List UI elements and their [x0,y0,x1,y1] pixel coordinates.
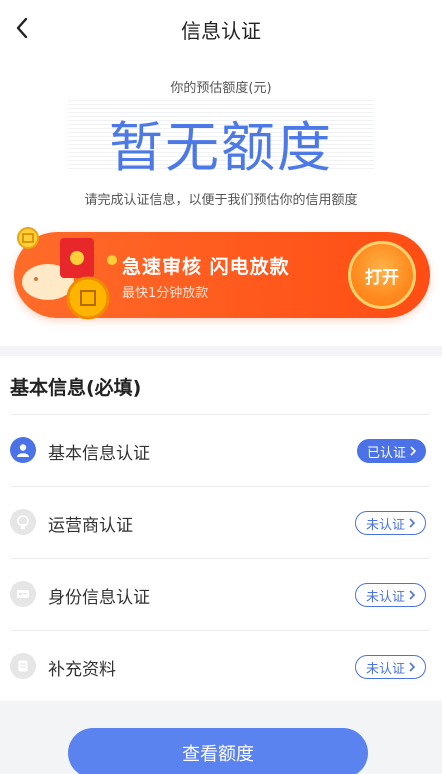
chevron-right-icon [409,518,416,528]
status-badge[interactable]: 未认证 [354,511,426,535]
status-text: 未认证 [365,517,405,533]
list-item-identity[interactable]: 身份信息认证 未认证 [10,558,430,630]
chevron-right-icon [409,590,416,600]
id-card-icon [10,581,36,607]
list-item-basic-info[interactable]: 基本信息认证 已认证 [10,414,430,486]
document-icon [10,653,36,679]
estimate-amount: 暂无额度 [109,116,333,179]
chevron-right-icon [410,446,417,456]
status-text: 未认证 [365,589,405,605]
section-title: 基本信息(必填) [10,377,142,399]
view-credit-button[interactable]: 查看额度 [68,728,368,774]
user-icon [10,437,36,463]
list-item-supplement[interactable]: 补充资料 未认证 [10,630,430,702]
estimate-label: 你的预估额度(元) [170,81,272,96]
estimate-hint: 请完成认证信息，以便于我们预估你的信用额度 [84,193,358,208]
nav-bar: 信息认证 [0,0,442,56]
amount-box: 暂无额度 [68,99,374,179]
status-badge[interactable]: 已认证 [356,439,426,463]
banner-title: 急速审核 闪电放款 [122,256,290,278]
item-label: 补充资料 [48,660,116,680]
operator-icon [10,509,36,535]
piggy-bank-coins-icon [17,227,117,320]
list-item-operator[interactable]: 运营商认证 未认证 [10,486,430,558]
promo-banner[interactable]: 急速审核 闪电放款 最快1分钟放款 打开 [14,227,430,320]
open-button[interactable]: 打开 [348,241,416,309]
banner-subtitle: 最快1分钟放款 [122,286,209,301]
page-title: 信息认证 [181,19,261,43]
basic-info-section: 基本信息(必填) 基本信息认证 已认证 运营商认证 未认证 身份信息认证 未认证 [0,356,442,701]
item-label: 运营商认证 [48,516,133,536]
status-text: 未认证 [365,661,405,677]
status-badge[interactable]: 未认证 [354,583,426,607]
header-area: 信息认证 你的预估额度(元) 暂无额度 请完成认证信息，以便于我们预估你的信用额… [0,0,442,346]
item-label: 身份信息认证 [48,588,150,608]
chevron-right-icon [409,662,416,672]
item-label: 基本信息认证 [48,444,150,464]
status-badge[interactable]: 未认证 [354,655,426,679]
status-text: 已认证 [366,445,406,461]
